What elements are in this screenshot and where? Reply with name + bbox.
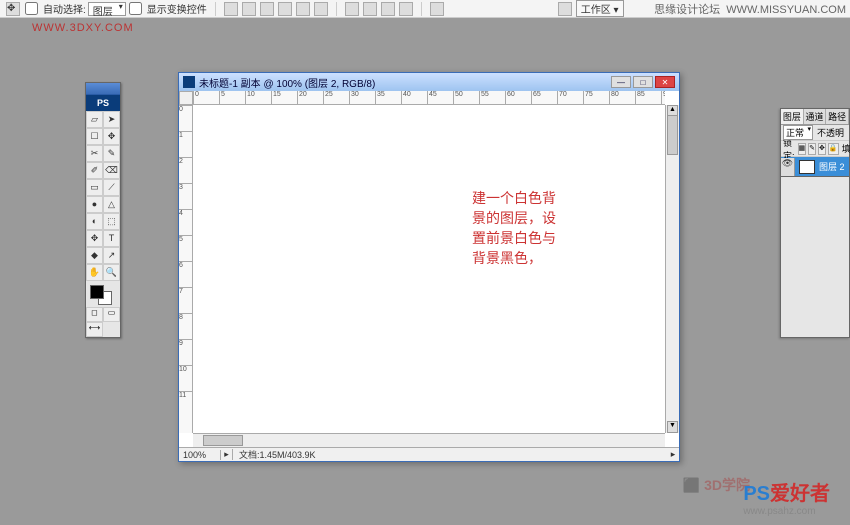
minimize-button[interactable]: —	[611, 76, 631, 88]
scroll-down-arrow[interactable]: ▼	[667, 421, 678, 433]
status-arrow[interactable]: ▸	[221, 449, 233, 460]
panel-tab-路径[interactable]: 路径	[826, 109, 849, 124]
separator	[421, 2, 422, 16]
tool-5[interactable]: ✎	[103, 145, 120, 162]
tool-11[interactable]: △	[103, 196, 120, 213]
tool-15[interactable]: T	[103, 230, 120, 247]
align-icon-1[interactable]	[224, 2, 238, 16]
vertical-scrollbar[interactable]: ▲ ▼	[665, 105, 679, 433]
workspace-dropdown[interactable]: 工作区 ▾	[576, 0, 624, 17]
watermark-url: www.psahz.com	[743, 506, 830, 517]
tool-12[interactable]: ◐	[86, 213, 103, 230]
show-transform-label: 显示变换控件	[147, 1, 207, 16]
align-icon-5[interactable]	[296, 2, 310, 16]
layer-row[interactable]: 👁 图层 2	[781, 157, 849, 177]
ps-logo: PS	[86, 95, 120, 111]
tool-2[interactable]: ☐	[86, 128, 103, 145]
vertical-ruler[interactable]: 01234567891011	[179, 105, 193, 433]
show-transform-checkbox[interactable]	[129, 2, 142, 15]
lock-all-icon[interactable]: 🔒	[828, 143, 839, 155]
layers-panel: 图层通道路径 正常 不透明 锁定: ▦ ✎ ✥ 🔒 填 👁 图层 2	[780, 108, 850, 338]
panel-tab-图层[interactable]: 图层	[781, 109, 804, 124]
options-bar: ✥ 自动选择: 图层 显示变换控件 工作区 ▾ 思缘设计论坛 WWW.MISSY…	[0, 0, 850, 18]
align-icon-2[interactable]	[242, 2, 256, 16]
auto-select-dropdown[interactable]: 图层	[88, 2, 126, 16]
lock-pos-icon[interactable]: ✥	[818, 143, 826, 155]
separator	[215, 2, 216, 16]
tool-7[interactable]: ⌫	[103, 162, 120, 179]
dist-icon-1[interactable]	[345, 2, 359, 16]
scroll-thumb-h[interactable]	[203, 435, 243, 446]
tool-9[interactable]: ⟋	[103, 179, 120, 196]
align-icon-6[interactable]	[314, 2, 328, 16]
watermark-3dxy: WWW.3DXY.COM	[32, 22, 134, 34]
forum-url: WWW.MISSYUAN.COM	[726, 4, 846, 16]
close-button[interactable]: ✕	[655, 76, 675, 88]
fill-label: 填	[842, 142, 850, 155]
lock-pixels-icon[interactable]: ✎	[808, 143, 816, 155]
tool-palette: PS ▱➤☐✥✂✎✐⌫▭⟋●△◐⬚✥T◆↗✋🔍 ◻ ▭ ⟷	[85, 82, 121, 338]
tool-14[interactable]: ✥	[86, 230, 103, 247]
panel-tab-通道[interactable]: 通道	[804, 109, 827, 124]
document-window: 未标题-1 副本 @ 100% (图层 2, RGB/8) — □ ✕ 0510…	[178, 72, 680, 462]
brush-preset-icon[interactable]	[558, 2, 572, 16]
tool-17[interactable]: ↗	[103, 247, 120, 264]
screenmode-icon[interactable]: ▭	[103, 307, 120, 322]
tool-3[interactable]: ✥	[103, 128, 120, 145]
palette-drag-bar[interactable]	[86, 83, 120, 95]
tool-19[interactable]: 🔍	[103, 264, 120, 281]
status-bar: 100% ▸ 文档:1.45M/403.9K ▸	[179, 447, 679, 461]
ruler-corner	[179, 91, 193, 105]
quickmask-icon[interactable]: ◻	[86, 307, 103, 322]
visibility-icon[interactable]: 👁	[781, 158, 795, 176]
dist-icon-2[interactable]	[363, 2, 377, 16]
watermark-logo: ⬛ 3D学院	[683, 475, 750, 495]
dist-icon-3[interactable]	[381, 2, 395, 16]
ps-doc-icon	[183, 76, 195, 88]
auto-select-checkbox[interactable]	[25, 2, 38, 15]
document-info: 文档:1.45M/403.9K	[233, 448, 667, 461]
tool-18[interactable]: ✋	[86, 264, 103, 281]
forum-name: 思缘设计论坛	[654, 4, 720, 16]
lock-trans-icon[interactable]: ▦	[798, 143, 807, 155]
screenmode2-icon[interactable]: ⟷	[86, 322, 103, 337]
opacity-label: 不透明	[817, 126, 844, 139]
document-titlebar[interactable]: 未标题-1 副本 @ 100% (图层 2, RGB/8) — □ ✕	[179, 73, 679, 91]
layer-name[interactable]: 图层 2	[819, 160, 849, 173]
layer-thumbnail[interactable]	[799, 160, 815, 174]
foreground-color-swatch[interactable]	[90, 285, 104, 299]
status-menu[interactable]: ▸	[667, 449, 679, 460]
horizontal-scrollbar[interactable]	[193, 433, 665, 447]
tool-4[interactable]: ✂	[86, 145, 103, 162]
watermark-psahz: PS爱好者 www.psahz.com	[743, 477, 830, 517]
tool-6[interactable]: ✐	[86, 162, 103, 179]
align-icon-3[interactable]	[260, 2, 274, 16]
blend-mode-dropdown[interactable]: 正常	[783, 125, 813, 140]
tool-1[interactable]: ➤	[103, 111, 120, 128]
auto-select-label: 自动选择:	[43, 1, 86, 16]
align-icon-4[interactable]	[278, 2, 292, 16]
tool-0[interactable]: ▱	[86, 111, 103, 128]
tool-16[interactable]: ◆	[86, 247, 103, 264]
document-title: 未标题-1 副本 @ 100% (图层 2, RGB/8)	[199, 75, 609, 90]
annotation-text: 建一个白色背景的图层，设置前景白色与背景黑色，	[472, 190, 556, 270]
scroll-thumb-v[interactable]	[667, 115, 678, 155]
dist-icon-4[interactable]	[399, 2, 413, 16]
tool-13[interactable]: ⬚	[103, 213, 120, 230]
zoom-level[interactable]: 100%	[179, 450, 221, 460]
horizontal-ruler[interactable]: 05101520253035404550556065707580859095	[193, 91, 665, 105]
move-tool-icon: ✥	[6, 2, 20, 16]
tool-8[interactable]: ▭	[86, 179, 103, 196]
arrange-icon[interactable]	[430, 2, 444, 16]
separator	[336, 2, 337, 16]
maximize-button[interactable]: □	[633, 76, 653, 88]
color-swatches[interactable]	[86, 283, 120, 307]
tool-10[interactable]: ●	[86, 196, 103, 213]
canvas[interactable]	[193, 105, 665, 433]
